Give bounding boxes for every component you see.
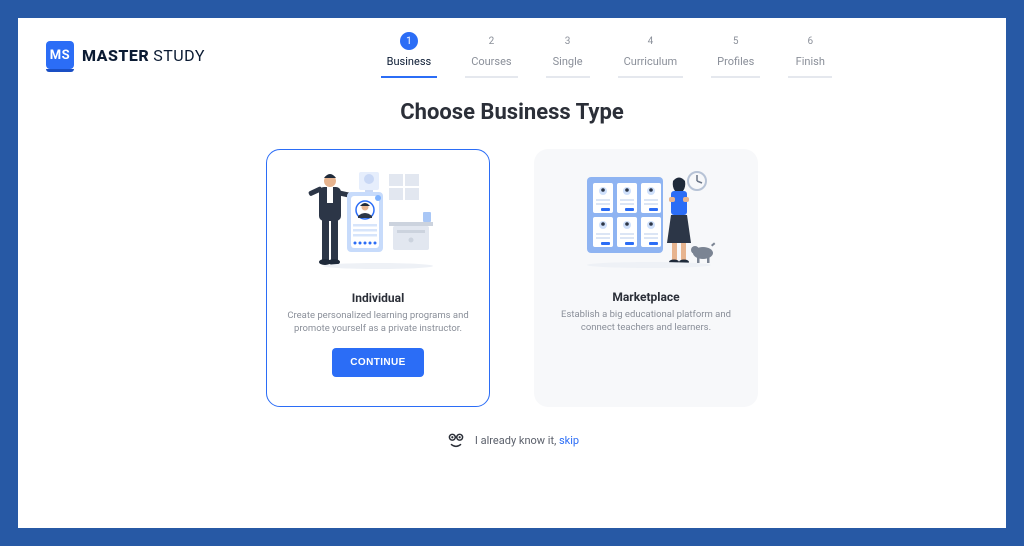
step-profiles[interactable]: 5 Profiles [711, 32, 760, 78]
step-number: 2 [482, 32, 500, 50]
step-label: Single [553, 55, 583, 68]
skip-text: I already know it, skip [475, 434, 579, 447]
step-number: 5 [727, 32, 745, 50]
card-title: Marketplace [612, 290, 679, 304]
step-curriculum[interactable]: 4 Curriculum [618, 32, 684, 78]
card-desc: Establish a big educational platform and… [550, 308, 742, 335]
brand-mark-icon: MS [46, 41, 74, 69]
step-number: 1 [400, 32, 418, 50]
step-number: 6 [801, 32, 819, 50]
step-label: Profiles [717, 55, 754, 68]
step-label: Finish [796, 55, 825, 68]
page: MS MASTER STUDY 1 Business 2 Courses 3 S… [18, 18, 1006, 528]
skip-link[interactable]: skip [559, 434, 579, 447]
step-label: Curriculum [624, 55, 678, 68]
step-label: Business [387, 55, 432, 68]
card-title: Individual [352, 291, 405, 305]
window-frame: MS MASTER STUDY 1 Business 2 Courses 3 S… [18, 18, 1006, 528]
step-finish[interactable]: 6 Finish [788, 32, 832, 78]
header: MS MASTER STUDY 1 Business 2 Courses 3 S… [46, 32, 978, 78]
step-number: 4 [641, 32, 659, 50]
brand-name-light: STUDY [153, 46, 205, 65]
individual-illustration [303, 168, 453, 283]
glasses-smile-icon [445, 429, 467, 451]
skip-row: I already know it, skip [46, 429, 978, 451]
card-desc: Create personalized learning programs an… [283, 309, 473, 336]
card-marketplace[interactable]: Marketplace Establish a big educational … [534, 149, 758, 407]
brand-name-bold: MASTER [82, 46, 149, 65]
step-label: Courses [471, 55, 511, 68]
wizard-stepper: 1 Business 2 Courses 3 Single 4 Curricul… [381, 32, 833, 78]
step-courses[interactable]: 2 Courses [465, 32, 517, 78]
step-number: 3 [559, 32, 577, 50]
step-business[interactable]: 1 Business [381, 32, 438, 78]
business-type-cards: Individual Create personalized learning … [46, 149, 978, 407]
card-individual[interactable]: Individual Create personalized learning … [266, 149, 490, 407]
marketplace-illustration [571, 167, 721, 282]
page-title: Choose Business Type [46, 100, 978, 125]
brand-logo[interactable]: MS MASTER STUDY [46, 41, 205, 69]
continue-button[interactable]: CONTINUE [332, 348, 423, 377]
step-single[interactable]: 3 Single [546, 32, 590, 78]
skip-prefix: I already know it, [475, 434, 559, 447]
